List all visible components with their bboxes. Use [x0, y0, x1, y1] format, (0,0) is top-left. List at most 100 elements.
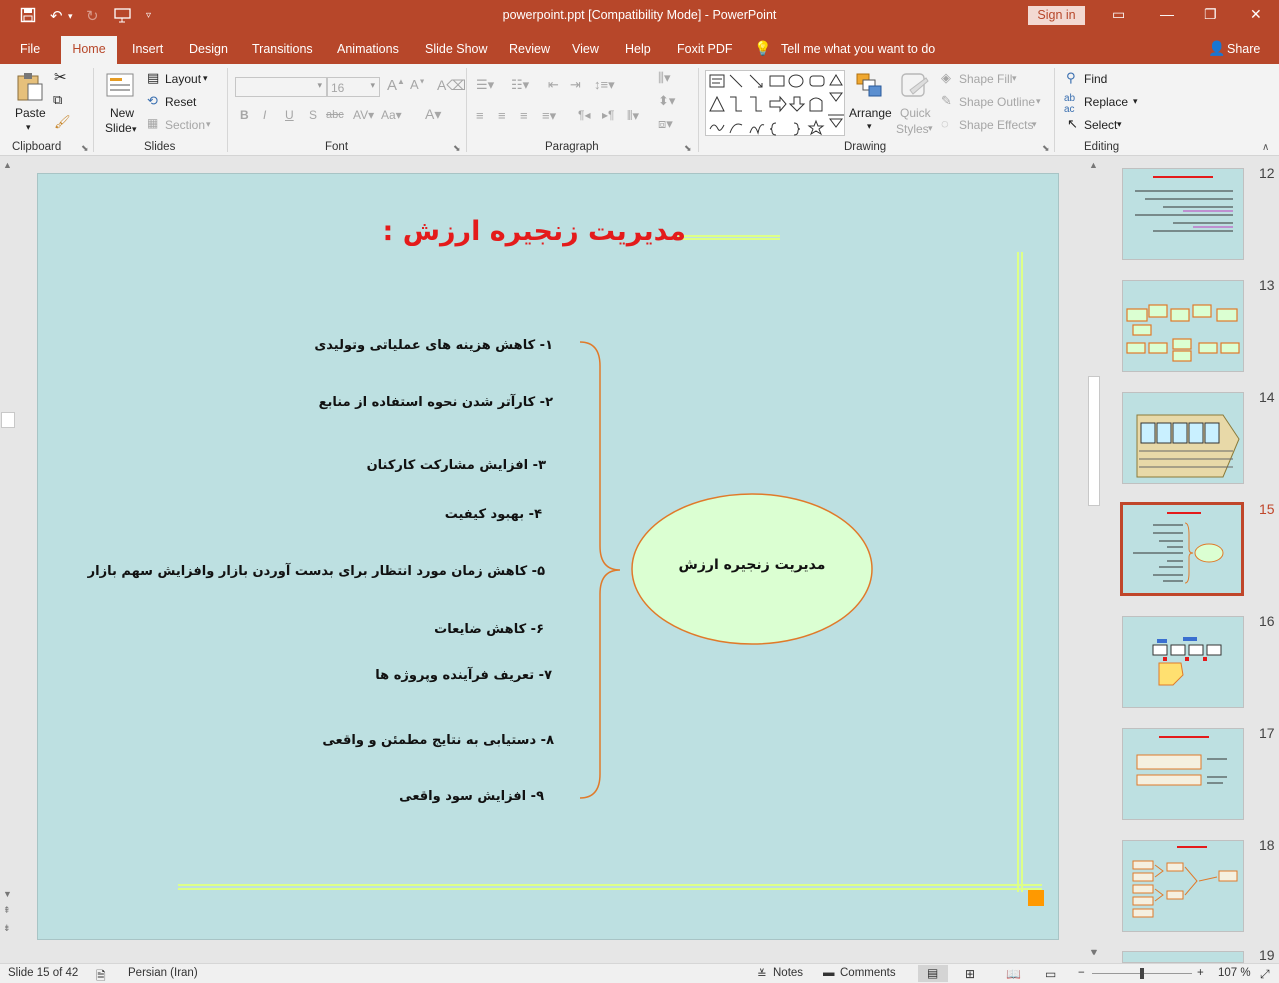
tab-help[interactable]: Help: [625, 42, 651, 56]
justify-icon: ≡▾: [542, 108, 557, 123]
slide-thumbnail[interactable]: [1122, 392, 1244, 484]
font-size-combo[interactable]: 16 ▾: [327, 77, 380, 97]
thumbnail-scroll-down-icon[interactable]: ▼: [1090, 947, 1099, 957]
format-painter-icon[interactable]: 🖌: [54, 114, 71, 130]
zoom-out-icon[interactable]: −: [1078, 967, 1085, 979]
close-icon[interactable]: ✕: [1250, 6, 1262, 23]
replace-button[interactable]: Replace: [1084, 95, 1128, 109]
editor-vertical-scrollbar[interactable]: ▲ ▼: [1086, 160, 1102, 962]
zoom-level[interactable]: 107 %: [1218, 967, 1251, 979]
arrange-icon[interactable]: [855, 72, 883, 101]
layout-button[interactable]: Layout: [165, 72, 201, 86]
tab-review[interactable]: Review: [509, 42, 550, 56]
slideshow-view-icon[interactable]: ▭: [1045, 967, 1056, 981]
clipboard-launcher-icon[interactable]: ⬊: [81, 143, 89, 154]
language-indicator[interactable]: Persian (Iran): [128, 967, 198, 979]
slide-sorter-icon[interactable]: ⊞: [965, 967, 975, 981]
tab-file[interactable]: File: [20, 42, 40, 56]
list-item: ۸- دستیابی به نتایج مطمئن و واقعی: [322, 733, 554, 748]
fit-to-window-icon[interactable]: ⤢: [1260, 967, 1270, 982]
font-family-combo[interactable]: ▾: [235, 77, 327, 97]
tab-transitions[interactable]: Transitions: [252, 42, 313, 56]
notes-button[interactable]: Notes: [773, 967, 803, 979]
select-dropdown-icon[interactable]: ▾: [1117, 119, 1122, 130]
layout-dropdown-icon[interactable]: ▾: [203, 73, 208, 84]
paste-icon[interactable]: [14, 70, 46, 105]
tab-view[interactable]: View: [572, 42, 599, 56]
tab-foxit-pdf[interactable]: Foxit PDF: [677, 42, 733, 56]
chevron-down-icon[interactable]: ▾: [370, 80, 375, 91]
list-item: ۲- کارآتر شدن نحوه استفاده از منابع: [318, 395, 553, 410]
copy-icon[interactable]: ⧉: [53, 92, 62, 108]
scroll-up-icon[interactable]: ▲: [1089, 160, 1098, 170]
new-slide-icon[interactable]: [105, 70, 137, 103]
reading-view-icon[interactable]: 📖: [1006, 967, 1021, 981]
tab-home[interactable]: Home: [61, 36, 117, 64]
previous-slide-icon[interactable]: ⇞: [3, 905, 11, 916]
rtl-icon: ▸¶: [602, 108, 615, 122]
zoom-in-icon[interactable]: +: [1197, 967, 1204, 979]
minimize-icon[interactable]: —: [1160, 6, 1174, 22]
scroll-up-icon[interactable]: ▲: [3, 160, 12, 170]
slide-thumbnail[interactable]: [1122, 168, 1244, 260]
select-button[interactable]: Select: [1084, 118, 1117, 132]
new-slide-button[interactable]: New: [110, 106, 134, 120]
slide-canvas[interactable]: مدیریت زنجیره ارزش : مدیریت زنجیره ارزش …: [37, 173, 1059, 940]
editor-scrollbar-thumb[interactable]: [1088, 376, 1100, 506]
slide-thumbnail[interactable]: [1122, 280, 1244, 372]
strikethrough-icon: abc: [326, 109, 344, 121]
slide-thumbnail[interactable]: [1122, 616, 1244, 708]
zoom-slider-thumb[interactable]: [1140, 968, 1144, 979]
scroll-down-icon[interactable]: ▼: [3, 889, 12, 899]
layout-icon[interactable]: ▤: [147, 70, 159, 86]
slide-thumbnail[interactable]: [1122, 840, 1244, 932]
comments-icon[interactable]: ▬: [823, 967, 835, 979]
cut-icon[interactable]: ✂: [54, 68, 67, 86]
paste-button[interactable]: Paste: [15, 106, 46, 120]
drawing-launcher-icon[interactable]: ⬊: [1042, 143, 1050, 154]
reset-icon[interactable]: ⟲: [147, 93, 158, 109]
notes-icon[interactable]: ≚: [757, 967, 767, 981]
shapes-gallery[interactable]: [705, 70, 845, 136]
tab-design[interactable]: Design: [189, 42, 228, 56]
comments-button[interactable]: Comments: [840, 967, 896, 979]
select-cursor-icon[interactable]: ↖: [1067, 116, 1078, 132]
slide-thumbnail[interactable]: [1122, 951, 1244, 963]
font-launcher-icon[interactable]: ⬊: [453, 143, 461, 154]
normal-view-button[interactable]: ▤: [918, 965, 948, 982]
arrange-dropdown-icon[interactable]: ▾: [867, 121, 872, 132]
reset-button[interactable]: Reset: [165, 95, 196, 109]
sign-in-button[interactable]: Sign in: [1028, 6, 1085, 25]
slide-thumbnail-active[interactable]: [1120, 502, 1244, 596]
restore-icon[interactable]: ❐: [1204, 6, 1217, 23]
tab-slide-show[interactable]: Slide Show: [425, 42, 488, 56]
list-item: ۴- بهبود کیفیت: [444, 507, 542, 522]
collapse-ribbon-icon[interactable]: ∧: [1262, 142, 1269, 153]
arrange-button[interactable]: Arrange: [849, 106, 892, 120]
quick-styles-button-line2: Styles: [896, 122, 929, 136]
shape-fill-button: Shape Fill: [959, 72, 1013, 86]
paragraph-launcher-icon[interactable]: ⬊: [684, 143, 692, 154]
replace-dropdown-icon[interactable]: ▾: [1133, 96, 1138, 107]
paste-dropdown-icon[interactable]: ▾: [26, 122, 31, 133]
find-icon[interactable]: ⚲: [1066, 70, 1076, 86]
new-slide-button-line2[interactable]: Slide: [105, 121, 132, 135]
person-icon: 👤: [1208, 40, 1226, 56]
left-scrollbar-thumb[interactable]: [1, 412, 15, 428]
replace-icon[interactable]: ab ac: [1064, 93, 1075, 115]
thumbnail-number: 14: [1259, 389, 1275, 405]
new-slide-dropdown-icon[interactable]: ▾: [132, 124, 137, 135]
chevron-down-icon[interactable]: ▾: [317, 80, 322, 91]
normal-view-icon: ▤: [927, 966, 939, 980]
next-slide-icon[interactable]: ⇟: [3, 923, 11, 934]
find-button[interactable]: Find: [1084, 72, 1107, 86]
spelling-check-icon[interactable]: 🗎: [96, 967, 106, 983]
tell-me-search[interactable]: Tell me what you want to do: [781, 42, 935, 56]
slide-thumbnail[interactable]: [1122, 728, 1244, 820]
share-button[interactable]: Share: [1227, 42, 1260, 56]
decrease-indent-icon: ⇤: [548, 77, 559, 92]
tab-insert[interactable]: Insert: [132, 42, 163, 56]
quick-styles-dropdown-icon: ▾: [928, 123, 933, 133]
tab-animations[interactable]: Animations: [337, 42, 399, 56]
ribbon-display-options-icon[interactable]: ▭: [1112, 6, 1125, 23]
